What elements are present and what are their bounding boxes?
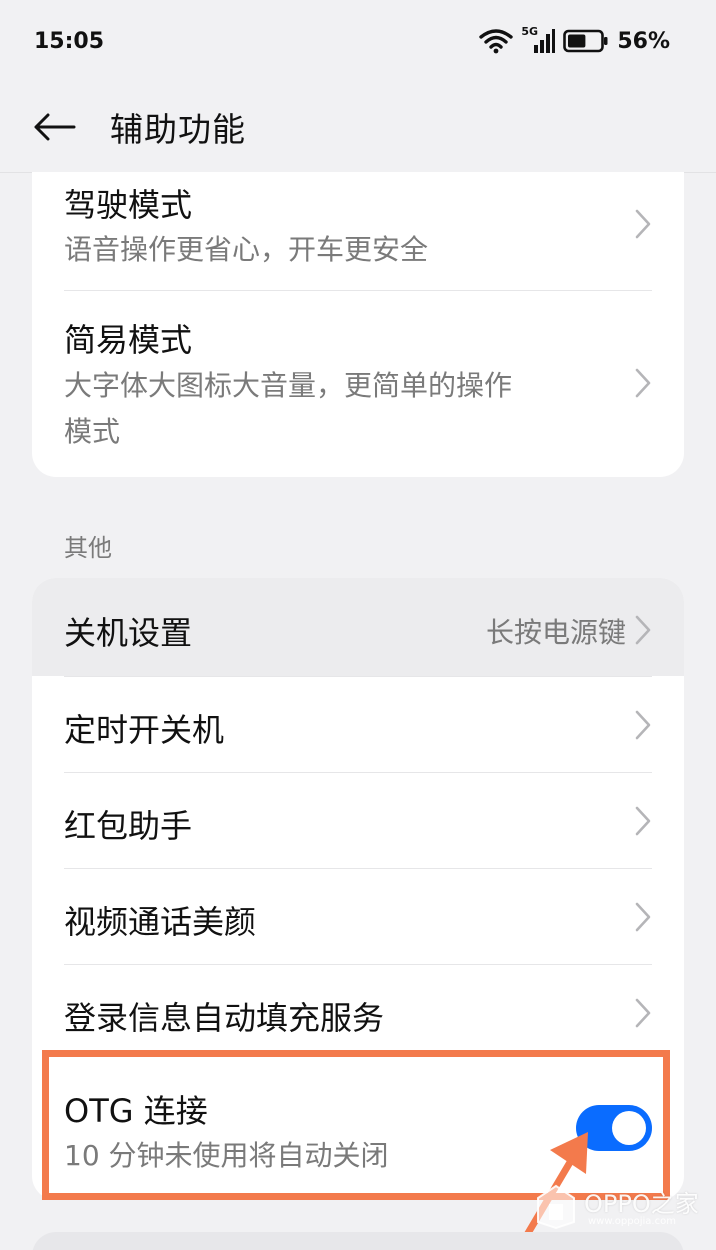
toggle-knob (612, 1111, 646, 1145)
list-item-title: 登录信息自动填充服务 (64, 999, 385, 1037)
list-item-subtitle: 语音操作更省心，开车更安全 (64, 233, 429, 266)
list-item-subtitle: 模式 (64, 415, 121, 448)
chevron-right-icon (635, 615, 651, 645)
page-title: 辅助功能 (110, 110, 246, 149)
chevron-right-icon (635, 998, 651, 1028)
list-item-shutdown-settings[interactable]: 关机设置 长按电源键 (32, 578, 684, 676)
chevron-right-icon (635, 806, 651, 836)
battery-icon (563, 29, 608, 53)
list-item-video-call-beauty[interactable]: 视频通话美颜 (32, 869, 684, 964)
list-item-autofill-service[interactable]: 登录信息自动填充服务 (32, 965, 684, 1060)
status-icons: 5G 56% (479, 25, 670, 54)
chevron-right-icon (635, 368, 651, 398)
battery-percent: 56% (617, 28, 670, 54)
accessibility-card-top: 驾驶模式 语音操作更省心，开车更安全 简易模式 大字体大图标大音量，更简单的操作… (32, 172, 684, 477)
list-item-title: 驾驶模式 (64, 186, 193, 224)
chevron-right-icon (635, 710, 651, 740)
list-item-title: 关机设置 (64, 614, 193, 652)
list-item-simple-mode[interactable]: 简易模式 大字体大图标大音量，更简单的操作 模式 (32, 291, 684, 477)
wifi-icon (479, 29, 514, 54)
list-item-title: OTG 连接 (64, 1092, 208, 1130)
oppo-home-logo-icon (537, 1184, 575, 1230)
back-arrow-icon (34, 113, 76, 141)
watermark-url: www.oppojia.com (588, 1216, 676, 1227)
status-bar: 15:05 5G 56% (0, 0, 716, 82)
watermark: OPPO之家 www.oppojia.com (536, 1180, 706, 1240)
status-time: 15:05 (34, 28, 105, 54)
list-item-scheduled-power[interactable]: 定时开关机 (32, 677, 684, 772)
list-item-title: 视频通话美颜 (64, 903, 257, 941)
list-item-title: 简易模式 (64, 321, 193, 359)
list-item-subtitle: 10 分钟未使用将自动关闭 (64, 1139, 389, 1172)
other-settings-card: 关机设置 长按电源键 定时开关机 红包助手 视频通话美颜 登录信息自动填充服务 … (32, 578, 684, 1200)
list-item-title: 红包助手 (64, 807, 193, 845)
list-item-driving-mode[interactable]: 驾驶模式 语音操作更省心，开车更安全 (32, 172, 684, 290)
cellular-5g-icon: 5G (521, 25, 556, 54)
list-item-title: 定时开关机 (64, 711, 225, 749)
chevron-right-icon (635, 209, 651, 239)
app-bar: 辅助功能 (0, 82, 716, 172)
list-item-red-packet-assistant[interactable]: 红包助手 (32, 773, 684, 868)
list-item-value: 长按电源键 (485, 616, 626, 649)
back-button[interactable] (0, 82, 110, 172)
list-item-subtitle: 大字体大图标大音量，更简单的操作 (64, 369, 513, 402)
section-label-other: 其他 (64, 534, 112, 562)
watermark-brand: OPPO之家 (584, 1190, 699, 1218)
chevron-right-icon (635, 902, 651, 932)
